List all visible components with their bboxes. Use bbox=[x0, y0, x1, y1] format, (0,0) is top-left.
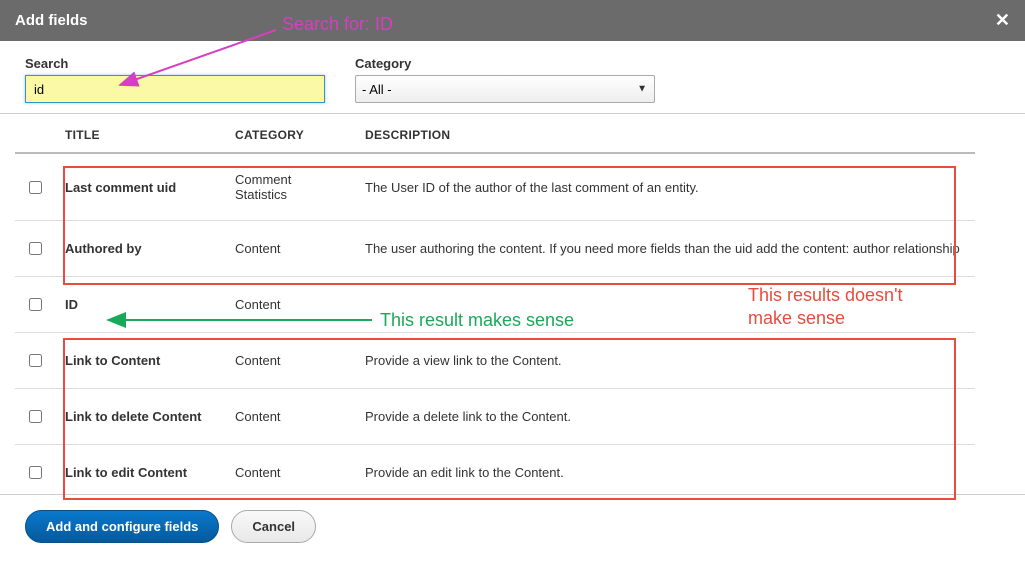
table-row: ID Content bbox=[15, 277, 975, 333]
dialog-actions: Add and configure fields Cancel bbox=[0, 494, 1025, 558]
row-description: Provide an edit link to the Content. bbox=[355, 445, 975, 495]
results-table: TITLE CATEGORY DESCRIPTION Last comment … bbox=[15, 114, 975, 494]
row-checkbox[interactable] bbox=[29, 298, 42, 311]
row-title: Link to Content bbox=[55, 333, 225, 389]
row-description: The user authoring the content. If you n… bbox=[355, 221, 975, 277]
category-select[interactable]: - All - bbox=[355, 75, 655, 103]
category-label: Category bbox=[355, 56, 655, 71]
row-description: Provide a view link to the Content. bbox=[355, 333, 975, 389]
row-category: Content bbox=[225, 445, 355, 495]
row-description bbox=[355, 277, 975, 333]
table-row: Link to delete Content Content Provide a… bbox=[15, 389, 975, 445]
row-title: Authored by bbox=[55, 221, 225, 277]
row-checkbox[interactable] bbox=[29, 242, 42, 255]
table-row: Authored by Content The user authoring t… bbox=[15, 221, 975, 277]
row-category: Content bbox=[225, 221, 355, 277]
close-icon[interactable]: ✕ bbox=[995, 10, 1010, 31]
row-checkbox[interactable] bbox=[29, 181, 42, 194]
filters: Search Category - All - ▼ bbox=[0, 41, 1025, 114]
row-checkbox[interactable] bbox=[29, 410, 42, 423]
row-description: The User ID of the author of the last co… bbox=[355, 153, 975, 221]
dialog-title: Add fields bbox=[15, 12, 88, 29]
row-checkbox[interactable] bbox=[29, 354, 42, 367]
results-table-wrap: TITLE CATEGORY DESCRIPTION Last comment … bbox=[0, 114, 1025, 494]
row-category: Content bbox=[225, 333, 355, 389]
row-checkbox[interactable] bbox=[29, 466, 42, 479]
header-category: CATEGORY bbox=[225, 114, 355, 153]
cancel-button[interactable]: Cancel bbox=[231, 510, 316, 543]
dialog-title-bar: Add fields ✕ bbox=[0, 0, 1025, 41]
row-category: Comment Statistics bbox=[225, 153, 355, 221]
row-category: Content bbox=[225, 389, 355, 445]
table-row: Last comment uid Comment Statistics The … bbox=[15, 153, 975, 221]
row-title: Link to edit Content bbox=[55, 445, 225, 495]
search-label: Search bbox=[25, 56, 325, 71]
header-description: DESCRIPTION bbox=[355, 114, 975, 153]
row-title: ID bbox=[55, 277, 225, 333]
header-title: TITLE bbox=[55, 114, 225, 153]
row-title: Last comment uid bbox=[55, 153, 225, 221]
table-row: Link to edit Content Content Provide an … bbox=[15, 445, 975, 495]
search-input[interactable] bbox=[25, 75, 325, 103]
row-description: Provide a delete link to the Content. bbox=[355, 389, 975, 445]
add-configure-button[interactable]: Add and configure fields bbox=[25, 510, 219, 543]
row-category: Content bbox=[225, 277, 355, 333]
row-title: Link to delete Content bbox=[55, 389, 225, 445]
table-row: Link to Content Content Provide a view l… bbox=[15, 333, 975, 389]
